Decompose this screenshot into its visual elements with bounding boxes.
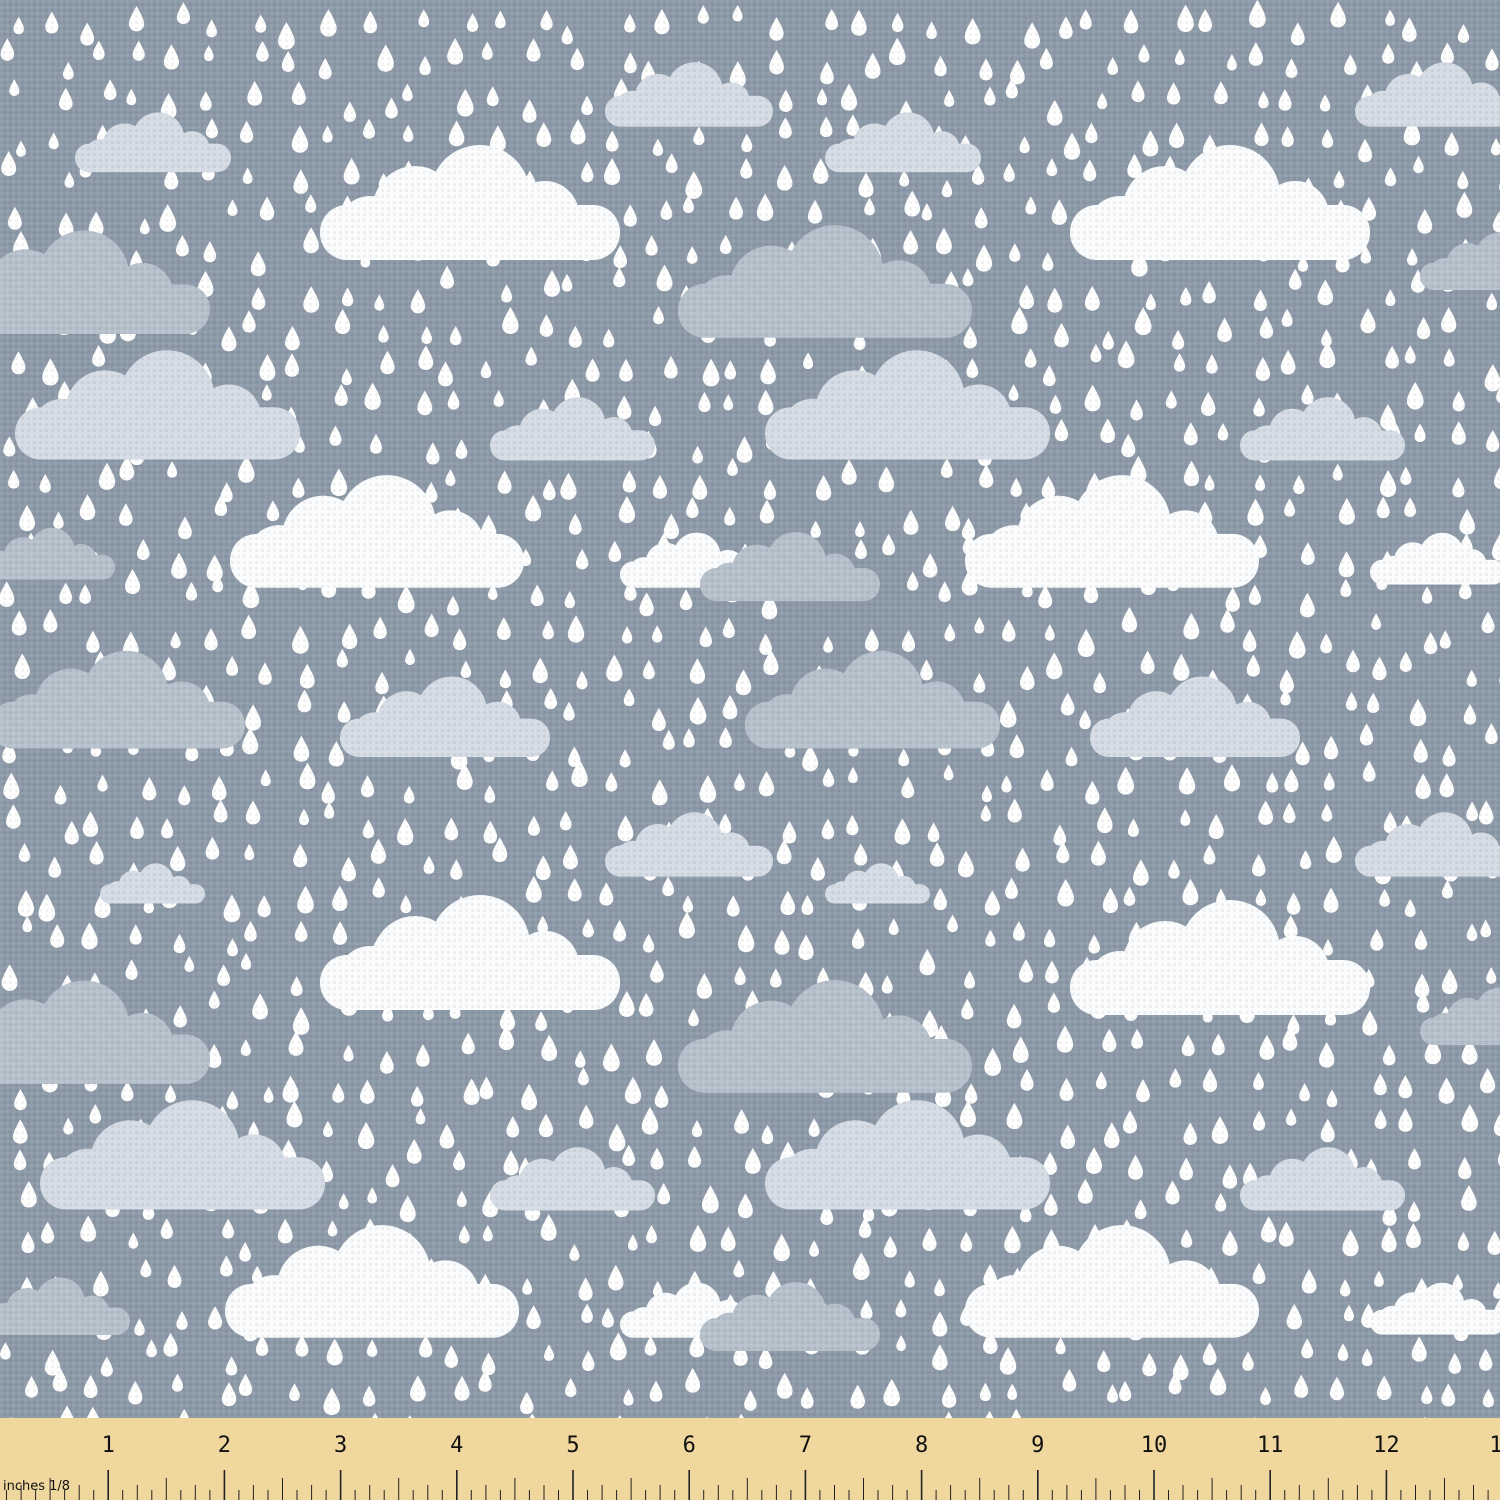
cloud-rain-pattern <box>0 0 1500 1456</box>
ruler-number-8: 8 <box>915 1433 928 1458</box>
ruler-number-9: 9 <box>1031 1433 1044 1458</box>
ruler-number-4: 4 <box>450 1433 463 1458</box>
ruler-number-3: 3 <box>334 1433 347 1458</box>
ruler-number-2: 2 <box>218 1433 231 1458</box>
ruler-number-1: 1 <box>102 1433 115 1458</box>
ruler-number-5: 5 <box>566 1433 579 1458</box>
ruler-number-6: 6 <box>683 1433 696 1458</box>
ruler-number-12: 12 <box>1373 1433 1400 1458</box>
ruler-number-11: 11 <box>1257 1433 1284 1458</box>
fabric-swatch <box>0 0 1500 1500</box>
ruler-number-13: 13 <box>1489 1433 1500 1458</box>
measuring-ruler: 12345678910111213 inches 1/8 <box>0 1418 1500 1500</box>
ruler-number-10: 10 <box>1141 1433 1168 1458</box>
ruler-number-7: 7 <box>799 1433 812 1458</box>
ruler-unit-label: inches 1/8 <box>3 1479 70 1494</box>
